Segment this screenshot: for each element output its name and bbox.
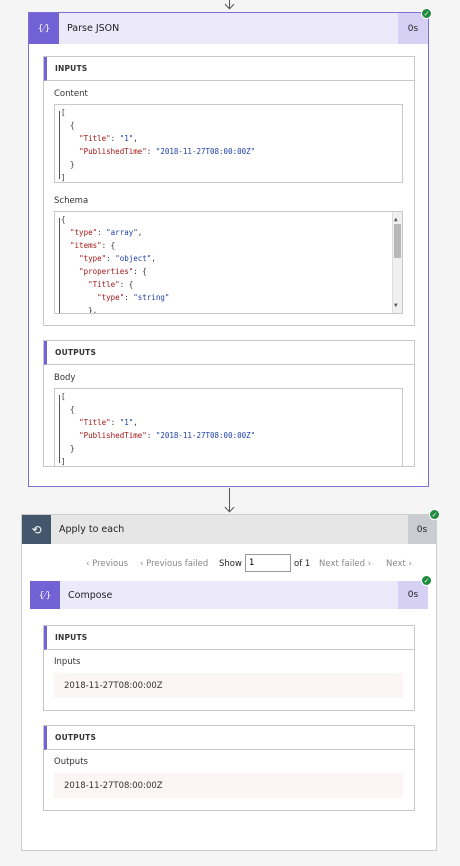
code-line: [ xyxy=(61,108,66,117)
parse-json-outputs-section: OUTPUTS Body [ { "Title": "1", "Publishe… xyxy=(43,340,415,467)
scroll-down-icon[interactable]: ▼ xyxy=(394,299,398,312)
apply-to-each-success-icon: ✓ xyxy=(429,509,440,520)
schema-label: Schema xyxy=(54,196,89,206)
schema-scrollbar[interactable]: ▲ ▼ xyxy=(392,212,402,313)
outputs-label: Outputs xyxy=(54,757,88,767)
parse-json-success-icon: ✓ xyxy=(421,8,432,19)
outputs-value[interactable]: 2018-11-27T08:00:00Z xyxy=(54,773,403,798)
body-code: [ { "Title": "1", "PublishedTime": "2018… xyxy=(61,390,256,466)
outputs-header: OUTPUTS xyxy=(44,341,414,365)
content-label: Content xyxy=(54,89,88,99)
compose-outputs-section: OUTPUTS Outputs 2018-11-27T08:00:00Z xyxy=(43,725,415,811)
code-line: "Title": "1", xyxy=(79,134,138,143)
next-button[interactable]: Next › xyxy=(386,559,412,569)
schema-code-box[interactable]: { "type": "array", "items": { "type": "o… xyxy=(54,211,403,314)
code-line: "items": { xyxy=(70,241,116,250)
apply-to-each-title: Apply to each xyxy=(59,524,125,535)
code-line: [ xyxy=(61,392,66,401)
show-label: Show xyxy=(219,559,242,569)
code-line: } xyxy=(61,160,75,169)
compose-title: Compose xyxy=(68,589,113,601)
compose-header[interactable]: {⁄} Compose 0s xyxy=(30,581,428,609)
code-line: "PublishedTime": "2018-11-27T08:00:00Z" xyxy=(79,431,256,440)
content-code-box[interactable]: [ { "Title": "1", "PublishedTime": "2018… xyxy=(54,104,403,183)
bracket-guide xyxy=(59,111,60,179)
code-line: { xyxy=(61,121,75,130)
parse-json-header[interactable]: {⁄} Parse JSON 0s xyxy=(29,13,428,44)
code-line: "type": "string" xyxy=(97,293,170,302)
apply-to-each-header[interactable]: ⟲ Apply to each 0s xyxy=(22,515,436,544)
content-code: [ { "Title": "1", "PublishedTime": "2018… xyxy=(61,106,256,182)
code-line: "Title": "1", xyxy=(79,418,138,427)
code-line: "Title": { xyxy=(88,280,134,289)
schema-code: { "type": "array", "items": { "type": "o… xyxy=(61,213,170,314)
inputs-label: Inputs xyxy=(54,657,81,667)
code-line: ] xyxy=(61,173,66,182)
code-line: } xyxy=(61,444,75,453)
code-line: }, xyxy=(61,306,98,314)
code-line: "type": "object", xyxy=(79,254,156,263)
code-line: "type": "array", xyxy=(70,228,143,237)
connector-arrow-middle xyxy=(224,502,234,513)
connector-arrow-top xyxy=(224,0,234,10)
apply-to-each-card: ⟲ Apply to each 0s ‹ Previous ‹ Previous… xyxy=(21,514,437,851)
code-line: "properties": { xyxy=(79,267,147,276)
code-line: { xyxy=(61,215,66,224)
code-line: { xyxy=(61,405,75,414)
parse-json-title: Parse JSON xyxy=(67,23,120,34)
body-code-box[interactable]: [ { "Title": "1", "PublishedTime": "2018… xyxy=(54,388,403,467)
body-label: Body xyxy=(54,373,76,383)
previous-failed-button[interactable]: ‹ Previous failed xyxy=(140,559,208,569)
parse-json-card: {⁄} Parse JSON 0s INPUTS Content [ { "Ti… xyxy=(28,12,429,487)
compose-inputs-section: INPUTS Inputs 2018-11-27T08:00:00Z xyxy=(43,625,415,711)
code-icon: {⁄} xyxy=(30,581,60,609)
page-count: of 1 xyxy=(294,559,311,569)
loop-icon: ⟲ xyxy=(22,515,51,544)
scrollbar-thumb[interactable] xyxy=(394,224,401,258)
iteration-pager: ‹ Previous ‹ Previous failed Show of 1 N… xyxy=(22,554,436,574)
compose-card: {⁄} Compose 0s INPUTS Inputs 2018-11-27T… xyxy=(30,581,428,817)
next-failed-button[interactable]: Next failed › xyxy=(319,559,371,569)
inputs-value[interactable]: 2018-11-27T08:00:00Z xyxy=(54,673,403,698)
code-icon: {⁄} xyxy=(29,13,59,44)
parse-json-inputs-section: INPUTS Content [ { "Title": "1", "Publis… xyxy=(43,56,415,326)
compose-success-icon: ✓ xyxy=(421,575,432,586)
page-number-input[interactable] xyxy=(245,554,291,572)
code-line: "PublishedTime": "2018-11-27T08:00:00Z" xyxy=(79,147,256,156)
outputs-header: OUTPUTS xyxy=(44,726,414,750)
code-line: ] xyxy=(61,457,66,466)
previous-button[interactable]: ‹ Previous xyxy=(86,559,128,569)
bracket-guide xyxy=(59,395,60,463)
inputs-header: INPUTS xyxy=(44,626,414,650)
bracket-guide xyxy=(59,218,60,313)
inputs-header: INPUTS xyxy=(44,57,414,81)
